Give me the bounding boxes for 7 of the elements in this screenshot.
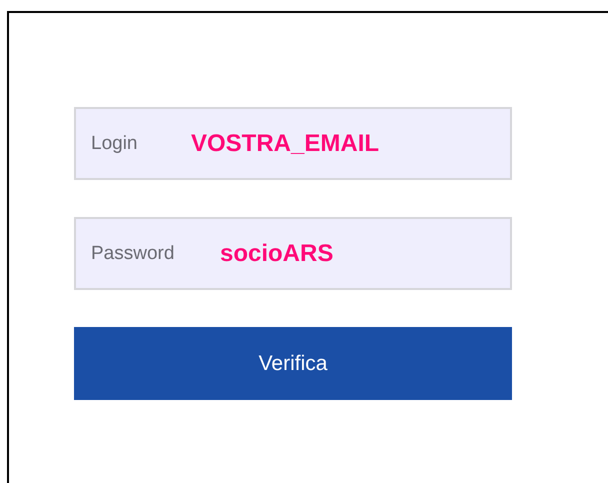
verify-button[interactable]: Verifica: [74, 327, 512, 400]
field-value: socioARS: [220, 240, 334, 268]
field-label: Login: [91, 132, 138, 154]
field-value: VOSTRA_EMAIL: [191, 130, 380, 158]
input-field[interactable]: Password socioARS: [74, 217, 512, 290]
input-field[interactable]: Login VOSTRA_EMAIL: [74, 107, 512, 180]
field-label: Password: [91, 242, 176, 264]
